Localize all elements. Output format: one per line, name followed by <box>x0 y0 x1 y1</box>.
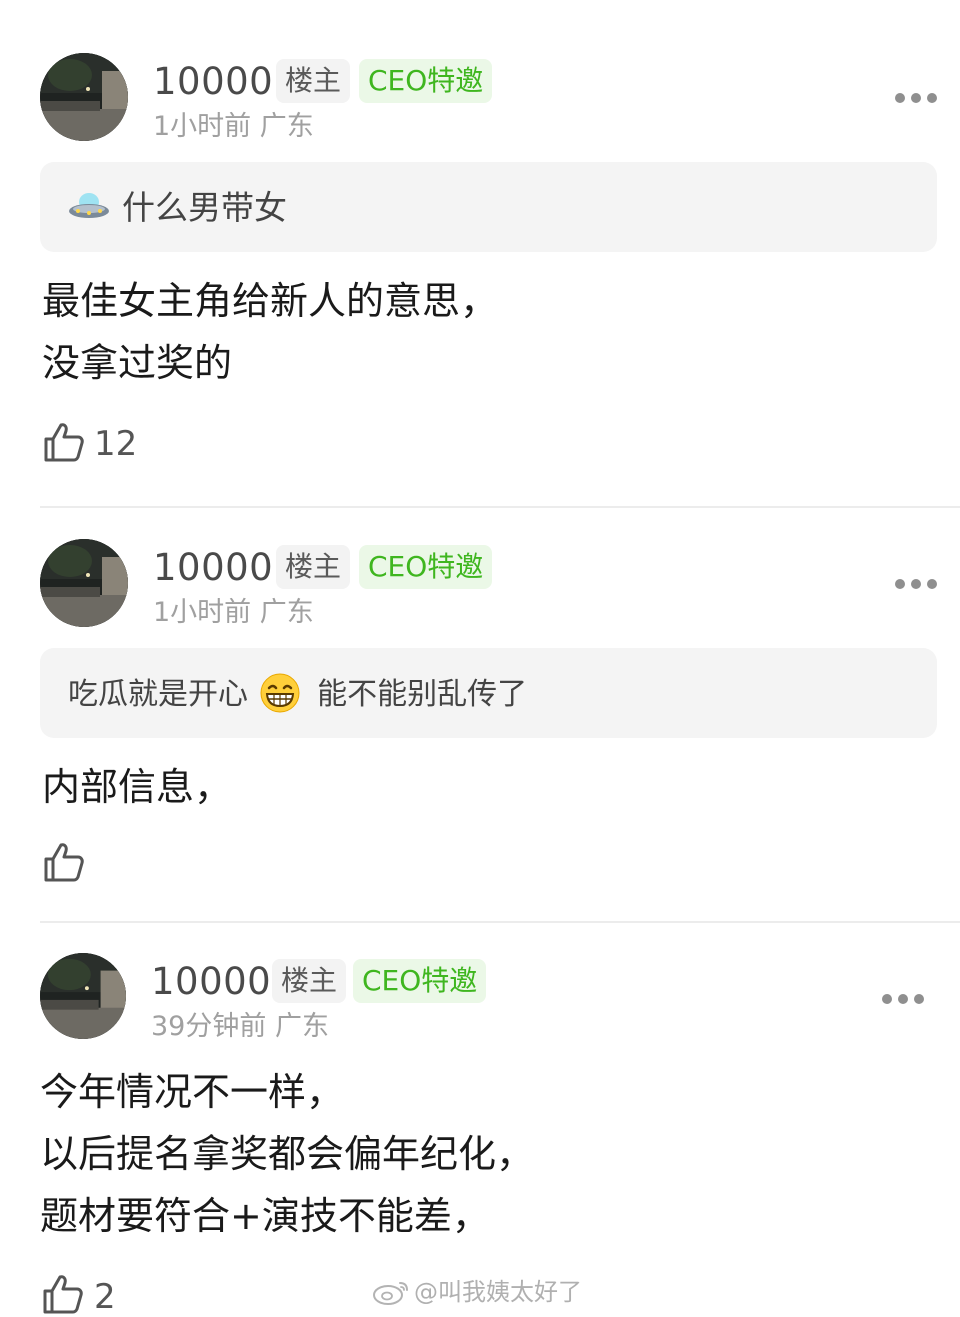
avatar[interactable] <box>40 539 128 627</box>
comment-time: 39分钟前 <box>151 1011 267 1042</box>
comment-meta: 39分钟前 广东 <box>151 1010 329 1044</box>
username[interactable]: 10000 <box>153 546 273 590</box>
like-count: 2 <box>94 1277 116 1317</box>
comment-line: 内部信息， <box>42 765 233 809</box>
ceo-invited-badge: CEO特邀 <box>359 545 493 589</box>
ufo-emoji-icon <box>69 193 109 218</box>
thumbs-up-icon[interactable] <box>43 841 85 883</box>
quote-text: 吃瓜就是开心 能不能别乱传了 <box>68 673 527 715</box>
ceo-invited-badge: CEO特邀 <box>359 59 493 103</box>
divider <box>40 506 960 508</box>
comment-line: 今年情况不一样， <box>40 1070 345 1114</box>
comment-location: 广东 <box>274 1011 329 1042</box>
comment-body: 最佳女主角给新人的意思， 没拿过奖的 <box>42 270 498 394</box>
comment-meta: 1小时前 广东 <box>153 110 314 144</box>
comment-line: 题材要符合+演技不能差， <box>40 1194 490 1238</box>
divider <box>40 921 960 923</box>
avatar[interactable] <box>40 953 126 1039</box>
comment-time: 1小时前 <box>153 597 252 628</box>
comment-line: 没拿过奖的 <box>42 341 233 385</box>
ceo-invited-badge: CEO特邀 <box>353 959 487 1003</box>
quote-text-before: 吃瓜就是开心 <box>68 677 248 712</box>
owner-badge: 楼主 <box>276 545 351 589</box>
thumbs-up-icon[interactable] <box>43 421 85 463</box>
comment-time: 1小时前 <box>153 111 252 142</box>
avatar-night-street-image <box>40 53 128 141</box>
thumbs-up-icon[interactable] <box>42 1273 84 1315</box>
comment-meta: 1小时前 广东 <box>153 596 314 630</box>
quote-text-after: 能不能别乱传了 <box>317 677 528 712</box>
comment-location: 广东 <box>259 597 314 628</box>
weibo-logo-icon <box>373 1282 408 1305</box>
avatar[interactable] <box>40 53 128 141</box>
quoted-reply[interactable]: 什么男带女 <box>40 162 937 252</box>
more-options-icon[interactable] <box>895 92 937 104</box>
quoted-reply[interactable]: 吃瓜就是开心 能不能别乱传了 <box>40 648 937 738</box>
more-options-icon[interactable] <box>882 993 924 1005</box>
username[interactable]: 10000 <box>151 960 271 1004</box>
owner-badge: 楼主 <box>276 59 351 103</box>
quote-text: 什么男带女 <box>122 188 287 227</box>
owner-badge: 楼主 <box>272 959 347 1003</box>
watermark-text: @叫我姨太好了 <box>414 1278 582 1306</box>
avatar-night-street-image <box>40 953 126 1039</box>
comment-body: 今年情况不一样， 以后提名拿奖都会偏年纪化， 题材要符合+演技不能差， <box>40 1061 534 1247</box>
comment-location: 广东 <box>259 111 314 142</box>
comment-line: 最佳女主角给新人的意思， <box>42 279 499 323</box>
comment-line: 以后提名拿奖都会偏年纪化， <box>40 1132 535 1176</box>
comment-body: 内部信息， <box>42 756 232 818</box>
more-options-icon[interactable] <box>895 578 937 590</box>
username[interactable]: 10000 <box>153 60 273 104</box>
grinning-emoji-icon <box>260 673 300 713</box>
avatar-night-street-image <box>40 539 128 627</box>
like-count: 12 <box>94 424 138 464</box>
